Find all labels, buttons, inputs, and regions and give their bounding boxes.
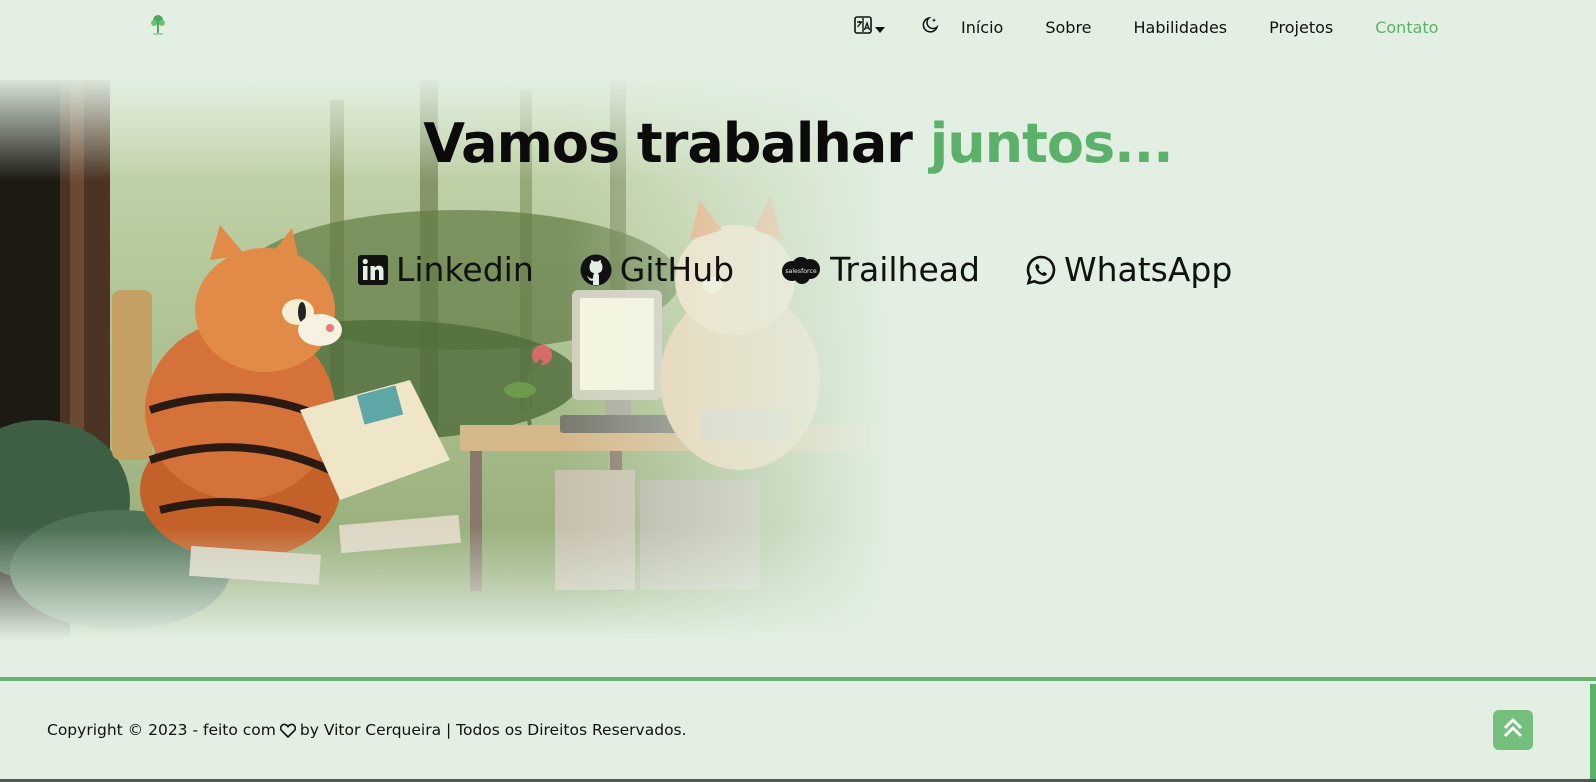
logo-icon[interactable] (146, 12, 170, 38)
github-icon (580, 254, 612, 286)
nav-projetos[interactable]: Projetos (1269, 18, 1333, 37)
linkedin-label: Linkedin (396, 250, 534, 289)
github-link[interactable]: GitHub (580, 250, 734, 289)
salesforce-logo-text: salesforce (785, 268, 817, 275)
copyright-after: by Vitor Cerqueira | Todos os Direitos R… (299, 721, 687, 739)
whatsapp-label: WhatsApp (1063, 250, 1233, 289)
nav-sobre[interactable]: Sobre (1045, 18, 1091, 37)
caret-down-icon (875, 18, 885, 37)
github-label: GitHub (619, 250, 735, 289)
nav-inicio[interactable]: Início (961, 18, 1003, 37)
footer-divider (0, 677, 1596, 681)
copyright-before: Copyright © 2023 - feito com (47, 721, 276, 739)
copyright-text: Copyright © 2023 - feito com by Vitor Ce… (47, 721, 687, 739)
social-links: Linkedin GitHub salesforce Trailhead Wha… (358, 250, 1278, 289)
double-chevron-up-icon (1503, 717, 1523, 743)
nav-habilidades[interactable]: Habilidades (1134, 18, 1228, 37)
linkedin-link[interactable]: Linkedin (358, 250, 534, 289)
trailhead-label: Trailhead (830, 250, 980, 289)
site-header: Início Sobre Habilidades Projetos Contat… (0, 0, 1596, 54)
scroll-to-top-button[interactable] (1493, 710, 1533, 750)
title-accent: juntos... (929, 112, 1174, 175)
moon-stars-icon (921, 16, 939, 38)
title-main: Vamos trabalhar (423, 112, 930, 175)
heart-icon (279, 723, 296, 738)
whatsapp-link[interactable]: WhatsApp (1026, 250, 1232, 289)
nav-contato[interactable]: Contato (1375, 18, 1438, 37)
page-title: Vamos trabalhar juntos... (0, 112, 1596, 175)
trailhead-link[interactable]: salesforce Trailhead (780, 250, 980, 289)
scrollbar-thumb[interactable] (1590, 684, 1596, 779)
whatsapp-icon (1026, 255, 1056, 285)
translate-icon (854, 16, 872, 38)
theme-toggle[interactable] (921, 16, 939, 38)
language-selector[interactable] (854, 16, 885, 38)
main-nav: Início Sobre Habilidades Projetos Contat… (854, 14, 1480, 40)
salesforce-icon: salesforce (780, 255, 822, 285)
linkedin-icon (358, 254, 388, 285)
